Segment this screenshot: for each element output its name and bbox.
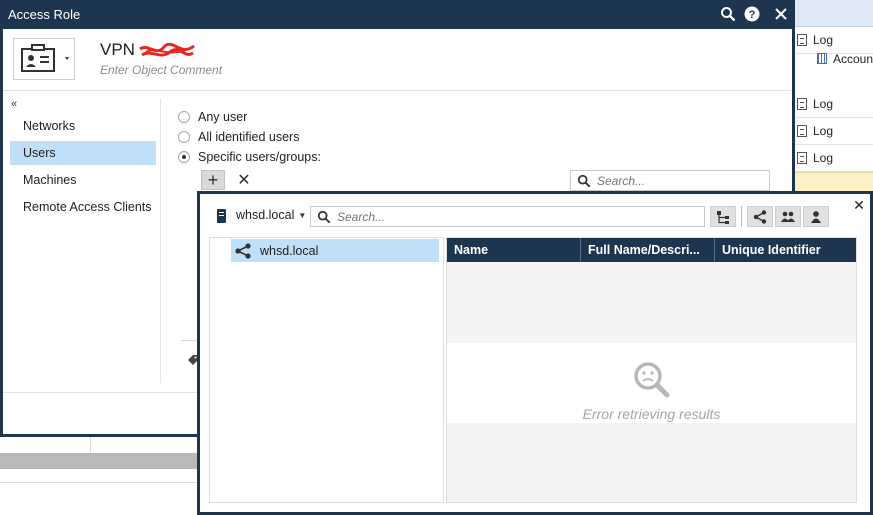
- tree-node-label: whsd.local: [260, 243, 319, 258]
- list-item[interactable]: Log: [793, 91, 873, 118]
- radio-label: Specific users/groups:: [198, 150, 321, 164]
- list-item[interactable]: Log: [793, 145, 873, 172]
- document-icon: [797, 125, 807, 137]
- title-bar: Access Role ?: [0, 0, 795, 29]
- background-scrollbar: [0, 453, 200, 469]
- caret-down-icon: ▼: [298, 210, 307, 220]
- results-table: Name Full Name/Descri... Unique Identifi…: [446, 237, 857, 503]
- error-panel: Error retrieving results: [447, 343, 856, 423]
- results-empty-area: [447, 262, 856, 343]
- nav-item-remote-access-clients[interactable]: Remote Access Clients: [10, 195, 156, 219]
- id-card-icon: [21, 44, 69, 72]
- radio-button[interactable]: [178, 131, 190, 143]
- help-icon[interactable]: ?: [743, 5, 761, 23]
- divider: [160, 98, 161, 383]
- radio-specific-users[interactable]: Specific users/groups:: [178, 150, 321, 164]
- server-icon: [217, 209, 226, 223]
- divider: [0, 482, 200, 483]
- calculator-icon: [817, 53, 827, 64]
- object-header: VPN Enter Object Comment: [3, 29, 792, 91]
- list-item-label: Log: [813, 151, 834, 165]
- picker-search-box: [310, 206, 705, 227]
- search-icon: [317, 210, 331, 223]
- radio-all-identified-users[interactable]: All identified users: [178, 130, 299, 144]
- nav-item-networks[interactable]: Networks: [10, 114, 156, 138]
- radio-button[interactable]: [178, 151, 190, 163]
- add-button[interactable]: +: [201, 170, 225, 190]
- group-icon: [781, 211, 795, 222]
- nav-item-users[interactable]: Users: [10, 141, 156, 165]
- document-icon: [797, 98, 807, 110]
- results-empty-area: [447, 423, 856, 502]
- users-search-box: [570, 170, 770, 191]
- domain-tree: whsd.local: [209, 237, 444, 503]
- user-picker-dialog: ✕ whsd.local ▼ whsd.local Name Full Name…: [197, 191, 873, 515]
- document-icon: [797, 152, 807, 164]
- object-name[interactable]: VPN: [100, 40, 135, 60]
- domain-label: whsd.local: [236, 208, 295, 222]
- background-log-list: Log Accoun Log Log Log: [793, 27, 873, 177]
- user-icon: [811, 210, 821, 223]
- network-filter-button[interactable]: [747, 206, 773, 227]
- role-icon-selector[interactable]: [13, 38, 75, 80]
- highlighted-row: [793, 172, 873, 192]
- column-header-name[interactable]: Name: [447, 238, 581, 262]
- remove-button[interactable]: ✕: [235, 170, 253, 190]
- tree-view-icon: [717, 210, 729, 224]
- list-item[interactable]: Log: [793, 118, 873, 145]
- radio-label: Any user: [198, 110, 248, 124]
- list-item-label: Log: [813, 124, 834, 138]
- domain-dropdown[interactable]: whsd.local ▼: [236, 208, 306, 222]
- column-header-unique-identifier[interactable]: Unique Identifier: [715, 238, 856, 262]
- column-header-full-name[interactable]: Full Name/Descri...: [581, 238, 715, 262]
- group-filter-button[interactable]: [775, 206, 801, 227]
- search-icon: [577, 174, 591, 187]
- share-icon: [753, 209, 767, 224]
- redaction-mark: [139, 43, 195, 57]
- search-icon[interactable]: [719, 5, 737, 23]
- divider: [90, 436, 91, 453]
- list-item[interactable]: Accoun: [793, 45, 873, 72]
- picker-search-input[interactable]: [337, 209, 697, 224]
- results-header: Name Full Name/Descri... Unique Identifi…: [447, 238, 856, 262]
- radio-label: All identified users: [198, 130, 300, 144]
- close-icon[interactable]: ✕: [850, 196, 868, 214]
- share-icon: [235, 242, 251, 259]
- radio-button[interactable]: [178, 111, 190, 123]
- nav-list: Networks Users Machines Remote Access Cl…: [10, 114, 156, 222]
- tree-view-button[interactable]: [710, 206, 736, 227]
- close-icon[interactable]: [772, 5, 790, 23]
- radio-any-user[interactable]: Any user: [178, 110, 247, 124]
- sad-search-icon: [634, 362, 670, 398]
- error-message: Error retrieving results: [582, 406, 721, 422]
- object-comment-field[interactable]: Enter Object Comment: [100, 63, 222, 77]
- divider: [741, 206, 742, 227]
- list-item-label: Log: [813, 97, 834, 111]
- users-search-input[interactable]: [597, 173, 757, 188]
- nav-item-machines[interactable]: Machines: [10, 168, 156, 192]
- svg-text:?: ?: [749, 9, 756, 21]
- collapse-nav-icon[interactable]: «: [11, 98, 17, 110]
- user-filter-button[interactable]: [803, 206, 829, 227]
- window-title: Access Role: [8, 7, 81, 22]
- tree-node-domain[interactable]: whsd.local: [231, 239, 439, 262]
- list-item-label: Accoun: [832, 51, 873, 66]
- background-header: [793, 0, 873, 27]
